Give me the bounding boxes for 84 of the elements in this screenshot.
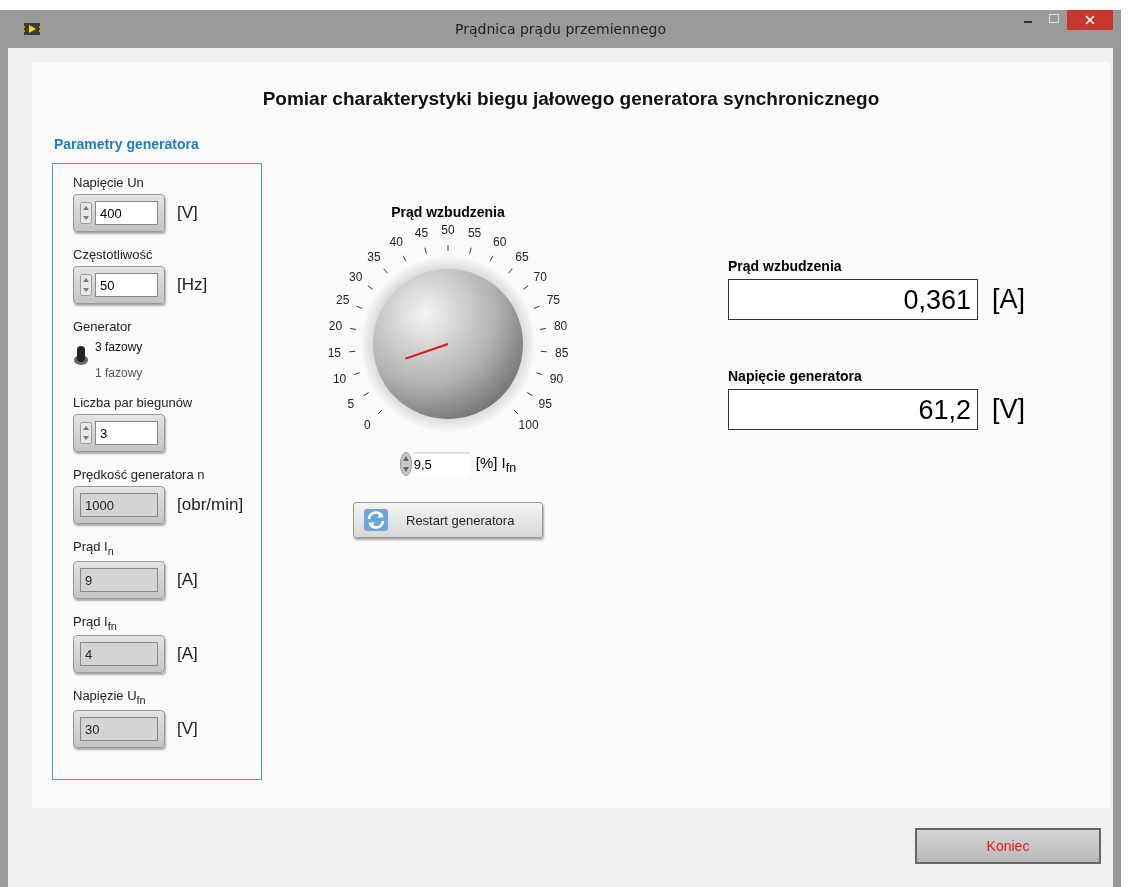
switch-option: 3 fazowy bbox=[95, 340, 143, 354]
unit-label: [V] bbox=[992, 394, 1025, 425]
unit-label: [obr/min] bbox=[177, 495, 244, 515]
numeric-indicator: 1000 bbox=[73, 486, 165, 524]
switch-option: 1 fazowy bbox=[95, 366, 143, 380]
scale-tick bbox=[348, 350, 356, 353]
spinner-icon[interactable] bbox=[80, 422, 92, 444]
scale-label: 45 bbox=[414, 226, 429, 241]
page-heading: Pomiar charakterystyki biegu jałowego generatora synchronicznego bbox=[261, 88, 881, 110]
field-label: Napięzie U$_{fn}$ bbox=[73, 688, 147, 706]
scale-tick bbox=[540, 350, 548, 353]
scale-label: 10 bbox=[332, 372, 347, 387]
scale-tick bbox=[402, 255, 407, 262]
scale-tick bbox=[447, 244, 449, 252]
spinner-icon[interactable] bbox=[399, 452, 412, 476]
field-label: Prąd I$_{n}$ bbox=[73, 539, 115, 557]
scale-label: 65 bbox=[515, 250, 529, 265]
scale-tick bbox=[424, 247, 427, 255]
scale-label: 85 bbox=[554, 345, 569, 360]
scale-label: 25 bbox=[336, 293, 350, 308]
scale-label: 100 bbox=[518, 417, 539, 432]
spinner-icon[interactable] bbox=[80, 274, 92, 296]
scale-label: 50 bbox=[441, 223, 455, 237]
restart-button[interactable]: Restart generatora bbox=[353, 502, 543, 538]
scale-label: 30 bbox=[349, 270, 363, 284]
scale-tick bbox=[356, 305, 363, 309]
numeric-display: 0,361 bbox=[728, 279, 978, 320]
scale-tick bbox=[533, 305, 540, 309]
scale-tick bbox=[507, 268, 513, 274]
scale-tick bbox=[367, 285, 374, 290]
scale-label: 55 bbox=[467, 226, 482, 241]
scale-label: 75 bbox=[546, 293, 560, 308]
scale-tick bbox=[522, 285, 529, 290]
scale-label: 15 bbox=[327, 345, 342, 360]
numeric-indicator: 30 bbox=[73, 709, 165, 748]
field-label: Częstotliwość bbox=[73, 247, 154, 262]
scale-tick bbox=[383, 268, 389, 274]
scale-label: 20 bbox=[328, 319, 343, 334]
scale-tick bbox=[513, 409, 519, 415]
scale-tick bbox=[349, 328, 357, 330]
scale-label: 60 bbox=[493, 235, 507, 250]
scale-tick bbox=[363, 392, 370, 397]
field-label: Liczba par biegunów bbox=[73, 395, 194, 410]
scale-label: 35 bbox=[367, 250, 381, 265]
close-button[interactable] bbox=[1067, 10, 1113, 30]
field-label: Napięcie Un bbox=[73, 175, 145, 190]
unit-label: [Hz] bbox=[177, 275, 208, 295]
scale-tick bbox=[469, 247, 472, 255]
scale-tick bbox=[353, 372, 361, 376]
knob-title: Prąd wzbudzenia bbox=[391, 204, 505, 220]
scale-label: 40 bbox=[389, 235, 403, 250]
unit-label: [A] bbox=[992, 284, 1025, 315]
scale-tick bbox=[489, 255, 494, 262]
numeric-control[interactable]: 400 bbox=[73, 194, 165, 232]
unit-label: [V] bbox=[177, 203, 198, 223]
app-icon bbox=[22, 22, 42, 36]
scale-tick bbox=[377, 409, 383, 415]
group-title: Parametry generatora bbox=[54, 136, 200, 152]
refresh-icon bbox=[364, 509, 388, 531]
scale-label: 70 bbox=[533, 270, 547, 284]
scale-label: 95 bbox=[538, 396, 552, 411]
spinner-icon[interactable] bbox=[80, 202, 92, 224]
field-label: Prędkość generatora n bbox=[73, 467, 206, 482]
unit-label: [A] bbox=[177, 644, 198, 665]
unit-label: [V] bbox=[177, 718, 198, 739]
unit-label: [%] I$_{fn}$ bbox=[475, 453, 517, 475]
scale-tick bbox=[535, 372, 543, 376]
scale-tick bbox=[526, 392, 533, 397]
display-label: Napięcie generatora bbox=[728, 368, 863, 384]
window-title: Prądnica prądu przemiennego bbox=[455, 21, 666, 37]
field-label: Prąd I$_{fn}$ bbox=[73, 613, 118, 632]
numeric-control[interactable]: 50 bbox=[73, 266, 165, 304]
numeric-indicator: 4 bbox=[73, 635, 165, 674]
numeric-indicator: 9 bbox=[73, 560, 165, 599]
numeric-control[interactable]: 3 bbox=[73, 414, 165, 452]
scale-tick bbox=[539, 328, 547, 330]
display-label: Prąd wzbudzenia bbox=[728, 258, 843, 274]
scale-label: 90 bbox=[549, 372, 564, 387]
numeric-display: 61,2 bbox=[728, 389, 978, 430]
unit-label: [A] bbox=[177, 569, 198, 590]
field-label: Generator bbox=[73, 319, 133, 334]
scale-label: 80 bbox=[553, 319, 568, 334]
scale-label: 0 bbox=[364, 417, 371, 432]
scale-label: 5 bbox=[347, 396, 355, 411]
